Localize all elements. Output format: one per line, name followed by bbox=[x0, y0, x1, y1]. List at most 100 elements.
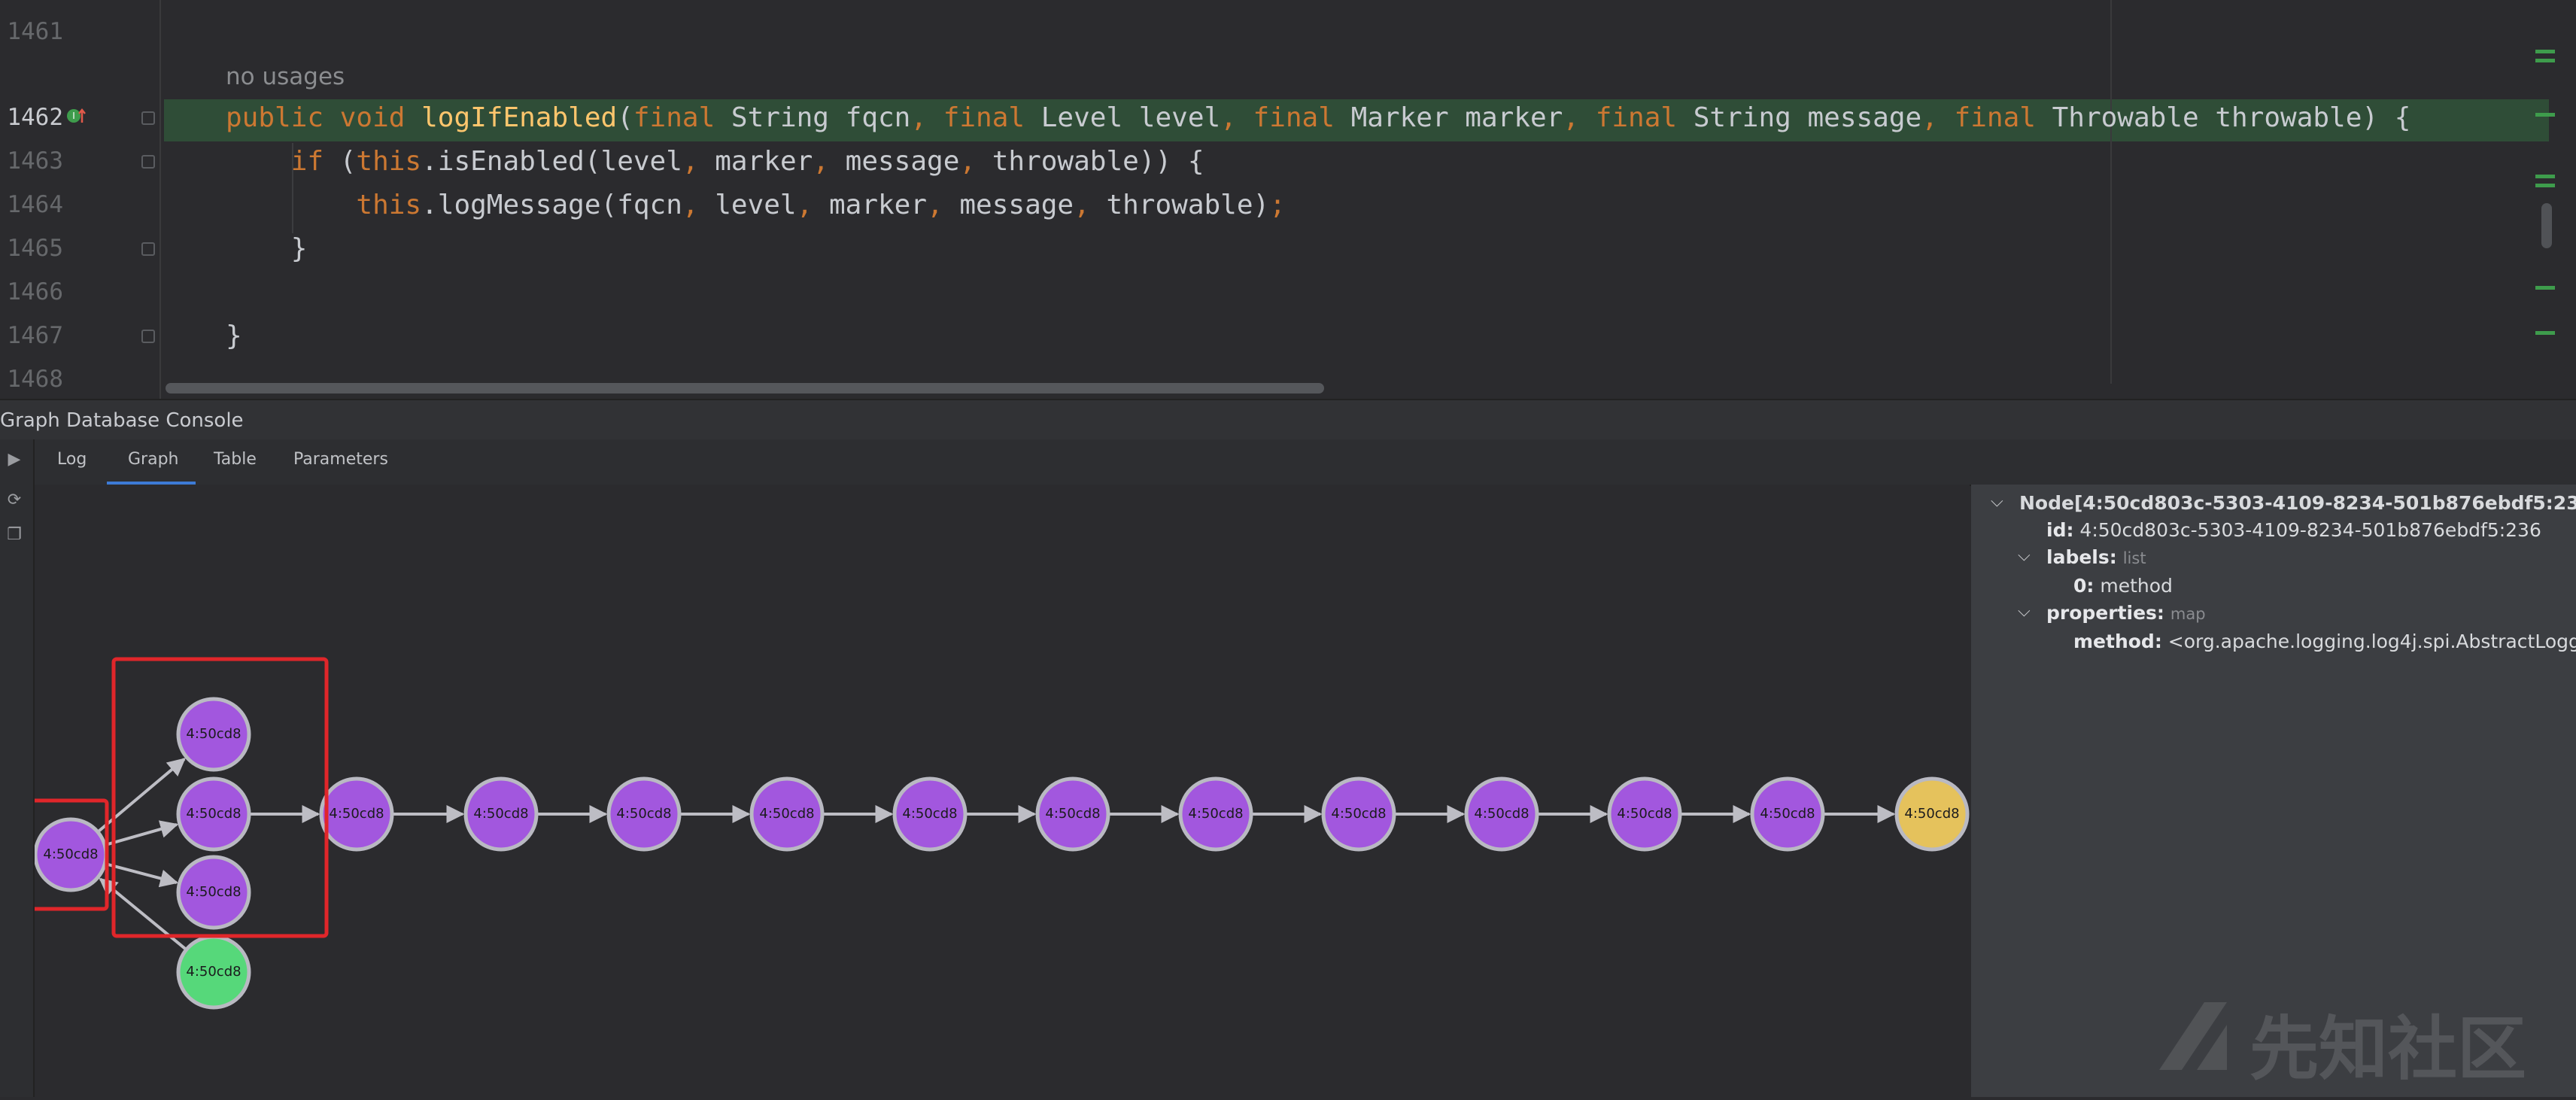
tab-log[interactable]: Log bbox=[57, 450, 87, 469]
graph-node-label: 4:50cd8 bbox=[186, 806, 241, 822]
fold-marker-icon[interactable] bbox=[141, 242, 155, 256]
label-index: 0: bbox=[2073, 575, 2095, 597]
code-token: this bbox=[226, 190, 422, 220]
code-token: } bbox=[226, 321, 242, 351]
fold-marker-icon[interactable] bbox=[141, 330, 155, 343]
code-line-1462[interactable]: public void logIfEnabled(final String fq… bbox=[226, 102, 2410, 133]
change-marker[interactable] bbox=[2535, 184, 2555, 187]
graph-node[interactable]: 4:50cd8 bbox=[1178, 776, 1253, 852]
graph-node[interactable]: 4:50cd8 bbox=[749, 776, 825, 852]
change-marker[interactable] bbox=[2535, 50, 2555, 53]
run-icon[interactable]: ▶ bbox=[3, 448, 26, 471]
override-marker-icon[interactable]: I bbox=[66, 106, 86, 126]
graph-canvas[interactable]: 4:50cd8 4:50cd8 4:50cd8 4:50cd8 4:50cd8 4:50c… bbox=[25, 485, 1970, 1097]
code-token: , bbox=[1563, 102, 1596, 133]
line-number: 1463 bbox=[7, 147, 63, 175]
id-key: id: bbox=[2046, 519, 2074, 541]
usages-hint[interactable]: no usages bbox=[226, 63, 345, 90]
code-token: marker bbox=[828, 190, 928, 220]
code-token: message bbox=[845, 146, 960, 177]
graph-node-label: 4:50cd8 bbox=[186, 964, 241, 980]
line-number: 1465 bbox=[7, 235, 63, 262]
code-token: , bbox=[910, 102, 943, 133]
graph-node-source[interactable]: 4:50cd8 bbox=[33, 817, 108, 892]
code-token: public void bbox=[226, 102, 422, 133]
line-number: 1462 bbox=[7, 104, 63, 131]
graph-node-label: 4:50cd8 bbox=[186, 726, 241, 742]
change-marker[interactable] bbox=[2535, 286, 2555, 290]
method-key: method: bbox=[2073, 631, 2162, 652]
graph-node[interactable]: 4:50cd8 bbox=[1750, 776, 1825, 852]
tab-parameters[interactable]: Parameters bbox=[293, 450, 388, 469]
code-token: , bbox=[682, 146, 715, 177]
graph-node-label: 4:50cd8 bbox=[329, 806, 384, 822]
console-title: Graph Database Console bbox=[0, 409, 244, 432]
code-token: if bbox=[226, 146, 340, 177]
collapse-chevron-icon[interactable]: ⌵ bbox=[2018, 546, 2031, 565]
code-token: , bbox=[959, 146, 992, 177]
change-marker[interactable] bbox=[2535, 59, 2555, 62]
code-token: final bbox=[1595, 102, 1694, 133]
vertical-scroll-thumb[interactable] bbox=[2541, 203, 2552, 248]
change-marker[interactable] bbox=[2535, 175, 2555, 178]
fold-marker-icon[interactable] bbox=[141, 155, 155, 169]
change-marker[interactable] bbox=[2535, 113, 2555, 117]
node-header[interactable]: Node[4:50cd803c-5303-4109-8234-501b876eb… bbox=[2019, 492, 2576, 514]
code-token: Throwable throwable) { bbox=[2052, 102, 2411, 133]
code-token: , bbox=[682, 190, 715, 220]
code-token: String message bbox=[1693, 102, 1922, 133]
graph-node[interactable]: 4:50cd8 bbox=[1607, 776, 1682, 852]
graph-node[interactable]: 4:50cd8 bbox=[1464, 776, 1539, 852]
code-line-1464[interactable]: this.logMessage(fqcn, level, marker, mes… bbox=[226, 190, 1286, 220]
code-line-1465[interactable]: } bbox=[226, 233, 308, 264]
label-value: method bbox=[2100, 575, 2173, 597]
code-token: marker bbox=[715, 146, 813, 177]
graph-node[interactable]: 4:50cd8 bbox=[319, 776, 394, 852]
code-token: , bbox=[927, 190, 960, 220]
graph-node-caller[interactable]: 4:50cd8 bbox=[176, 934, 251, 1010]
graph-node[interactable]: 4:50cd8 bbox=[606, 776, 682, 852]
tab-table[interactable]: Table bbox=[214, 450, 257, 469]
code-token: ( bbox=[339, 146, 357, 177]
graph-node-label: 4:50cd8 bbox=[902, 806, 957, 822]
tab-graph[interactable]: Graph bbox=[128, 450, 178, 469]
copy-icon[interactable]: ❐ bbox=[3, 524, 26, 546]
graph-view[interactable]: 4:50cd8 4:50cd8 4:50cd8 4:50cd8 4:50cd8 4:50c… bbox=[25, 485, 1970, 1097]
graph-edge[interactable] bbox=[96, 758, 186, 834]
code-editor[interactable]: 1461 1462 1463 1464 1465 1466 1467 1468 … bbox=[0, 0, 2576, 399]
code-token: } bbox=[226, 233, 308, 264]
change-marker[interactable] bbox=[2535, 331, 2555, 335]
graph-node[interactable]: 4:50cd8 bbox=[176, 776, 251, 852]
line-number: 1467 bbox=[7, 322, 63, 349]
code-line-1463[interactable]: if (this.isEnabled(level, marker, messag… bbox=[226, 146, 1204, 177]
graph-node[interactable]: 4:50cd8 bbox=[1035, 776, 1110, 852]
line-number: 1464 bbox=[7, 191, 63, 218]
graph-node-label: 4:50cd8 bbox=[1617, 806, 1672, 822]
graph-node-label: 4:50cd8 bbox=[43, 846, 98, 862]
code-token: , bbox=[796, 190, 829, 220]
graph-edge[interactable] bbox=[104, 820, 179, 847]
code-token: this bbox=[356, 146, 422, 177]
horizontal-scrollbar[interactable] bbox=[166, 383, 1324, 394]
method-value: <org.apache.logging.log4j.spi.AbstractLo… bbox=[2167, 631, 2576, 652]
line-number-gutter: 1461 1462 1463 1464 1465 1466 1467 1468 … bbox=[0, 0, 159, 399]
code-token: level bbox=[715, 190, 797, 220]
graph-node[interactable]: 4:50cd8 bbox=[1321, 776, 1396, 852]
properties-type: map bbox=[2170, 605, 2206, 623]
graph-node[interactable]: 4:50cd8 bbox=[176, 855, 251, 930]
code-token: message bbox=[959, 190, 1074, 220]
graph-node-sink[interactable]: 4:50cd8 bbox=[1894, 776, 1970, 852]
fold-marker-icon[interactable] bbox=[141, 111, 155, 125]
code-token: Level level bbox=[1040, 102, 1221, 133]
gutter-divider bbox=[159, 0, 161, 399]
graph-edge[interactable] bbox=[104, 862, 179, 888]
id-value: 4:50cd803c-5303-4109-8234-501b876ebdf5:2… bbox=[2079, 519, 2541, 541]
collapse-chevron-icon[interactable]: ⌵ bbox=[1991, 492, 2003, 511]
refresh-icon[interactable]: ⟳ bbox=[3, 489, 26, 512]
graph-node[interactable]: 4:50cd8 bbox=[176, 697, 251, 772]
collapse-chevron-icon[interactable]: ⌵ bbox=[2018, 602, 2031, 621]
line-number: 1461 bbox=[7, 18, 63, 45]
graph-node[interactable]: 4:50cd8 bbox=[463, 776, 539, 852]
graph-node[interactable]: 4:50cd8 bbox=[892, 776, 968, 852]
code-line-1467[interactable]: } bbox=[226, 321, 242, 351]
